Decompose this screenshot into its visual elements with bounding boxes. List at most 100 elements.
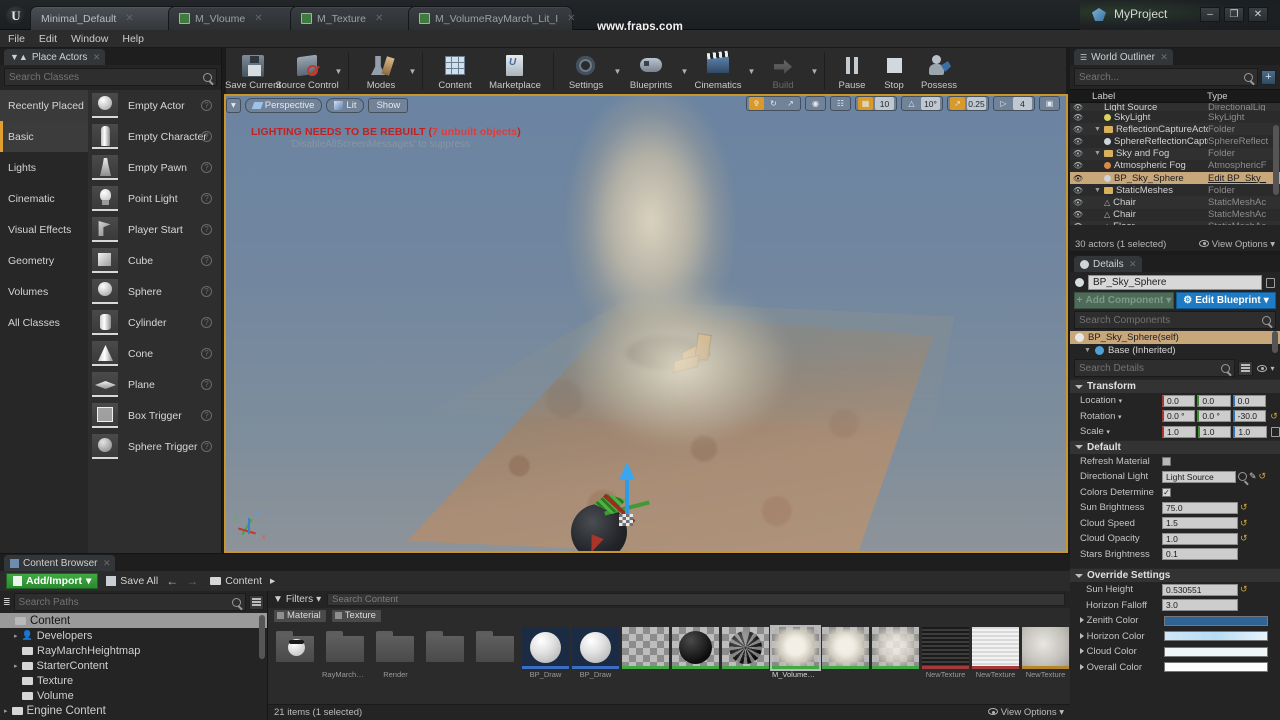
menu-file[interactable]: File <box>8 33 25 45</box>
visibility-eye-icon[interactable]: 👁 <box>1070 137 1086 146</box>
zenith-color-swatch[interactable] <box>1164 615 1268 626</box>
path-item-content[interactable]: ▼ Content <box>0 613 267 628</box>
revert-icon[interactable]: ↺ <box>1240 502 1248 513</box>
search-content-input[interactable]: Search Content <box>327 593 1065 606</box>
search-classes-input[interactable]: Search Classes <box>4 68 217 86</box>
revert-icon[interactable]: ↺ <box>1259 471 1267 482</box>
category-lights[interactable]: Lights <box>0 152 88 183</box>
help-icon[interactable]: ? <box>201 286 212 297</box>
stop-button[interactable]: Stop <box>874 50 914 92</box>
marketplace-button[interactable]: Marketplace <box>482 50 548 92</box>
forward-arrow-icon[interactable]: → <box>186 574 198 588</box>
asset-tile[interactable]: NewTexture <box>972 627 1019 679</box>
close-icon[interactable]: ✕ <box>1129 259 1137 270</box>
revert-icon[interactable]: ↺ <box>1240 584 1248 595</box>
asset-tile[interactable]: Render <box>372 627 419 679</box>
close-button[interactable]: ✕ <box>1248 7 1268 22</box>
table-row[interactable]: 👁 ▼ReflectionCaptureActors Folder <box>1070 123 1280 136</box>
table-row[interactable]: 👁 △ Chair StaticMeshAc <box>1070 196 1280 209</box>
list-item[interactable]: Box Trigger? <box>88 400 221 431</box>
asset-tile[interactable]: BP_Draw <box>572 627 619 679</box>
path-item-startercontent[interactable]: ▸ StarterContent <box>0 658 267 673</box>
visibility-eye-icon[interactable]: 👁 <box>1070 149 1086 158</box>
components-scrollbar[interactable] <box>1272 331 1278 353</box>
section-transform-header[interactable]: Transform <box>1070 379 1280 393</box>
pause-button[interactable]: Pause <box>830 50 874 92</box>
directional-light-dropdown[interactable]: Light Source <box>1162 470 1236 483</box>
save-all-button[interactable]: Save All <box>106 575 158 587</box>
path-item-developers[interactable]: ▸ 👤 Developers <box>0 628 267 643</box>
help-icon[interactable]: ? <box>201 441 212 452</box>
section-default-header[interactable]: Default <box>1070 439 1280 454</box>
asset-tile[interactable] <box>672 627 719 670</box>
sources-toggle-icon[interactable]: ≣ <box>3 597 11 608</box>
chevron-right-icon[interactable] <box>1080 648 1084 655</box>
add-actor-button[interactable]: + <box>1261 69 1276 85</box>
cloud-opacity-input[interactable]: 1.0 <box>1162 532 1238 545</box>
unreal-logo-icon[interactable]: U <box>6 6 26 26</box>
chevron-down-icon[interactable]: ▼ <box>810 50 819 92</box>
minimize-button[interactable]: – <box>1200 7 1220 22</box>
list-item[interactable]: Plane? <box>88 369 221 400</box>
details-view-options-button[interactable]: ▾ <box>1256 361 1276 376</box>
tab-content-browser[interactable]: Content Browser ✕ <box>4 555 116 571</box>
table-row[interactable]: 👁 Light Source DirectionalLig <box>1070 103 1280 111</box>
search-paths-input[interactable]: Search Paths <box>13 593 246 611</box>
asset-tile[interactable]: NewTexture <box>922 627 969 679</box>
help-icon[interactable]: ? <box>201 100 212 111</box>
table-row[interactable]: 👁 △ Chair StaticMeshAc <box>1070 209 1280 221</box>
expand-arrow-icon[interactable]: ▸ <box>4 707 8 715</box>
editor-tab-m-vloume[interactable]: M_Vloume ✕ <box>168 6 300 30</box>
sources-scrollbar[interactable] <box>259 615 265 659</box>
help-icon[interactable]: ? <box>201 255 212 266</box>
category-visual-effects[interactable]: Visual Effects <box>0 214 88 245</box>
revert-icon[interactable]: ↺ <box>1240 518 1248 529</box>
help-icon[interactable]: ? <box>201 348 212 359</box>
help-icon[interactable]: ? <box>201 162 212 173</box>
component-row-self[interactable]: BP_Sky_Sphere(self) <box>1070 331 1280 344</box>
visibility-eye-icon[interactable]: 👁 <box>1070 210 1086 219</box>
table-row[interactable]: 👁 △Floor StaticMeshAc <box>1070 220 1280 225</box>
breadcrumb[interactable]: Content ▸ <box>210 575 275 587</box>
rotation-y-input[interactable]: 0.0 ° <box>1197 410 1231 423</box>
editor-tab-minimal-default[interactable]: Minimal_Default ✕ <box>30 6 180 30</box>
filter-chip-texture[interactable]: Texture <box>331 609 381 622</box>
blueprints-button[interactable]: Blueprints <box>622 50 680 92</box>
asset-tile[interactable] <box>272 627 319 670</box>
close-icon[interactable]: ✕ <box>1160 52 1168 63</box>
level-viewport[interactable]: z y x LIGHTING NEEDS TO BE REBUILT (7 un… <box>224 94 1068 553</box>
cloud-speed-input[interactable]: 1.5 <box>1162 517 1238 530</box>
modes-button[interactable]: Modes <box>354 50 408 92</box>
table-row[interactable]: 👁 ▼ StaticMeshes Folder <box>1070 184 1280 196</box>
list-item[interactable]: Cube? <box>88 245 221 276</box>
outliner-rows[interactable]: 👁 Light Source DirectionalLig 👁 SkyLight… <box>1070 103 1280 225</box>
component-row-base[interactable]: ▼ Base (Inherited) <box>1070 344 1280 357</box>
lit-button[interactable]: Lit <box>326 97 365 113</box>
rotation-x-input[interactable]: 0.0 ° <box>1162 410 1196 423</box>
help-icon[interactable]: ? <box>201 131 212 142</box>
lock-icon[interactable] <box>1266 277 1275 288</box>
outliner-view-options-button[interactable]: View Options ▾ <box>1199 239 1275 250</box>
settings-button[interactable]: Settings <box>559 50 613 92</box>
category-basic[interactable]: Basic <box>0 121 88 152</box>
expand-arrow-icon[interactable]: ▸ <box>14 662 18 670</box>
tab-details[interactable]: Details ✕ <box>1074 256 1142 272</box>
cinematics-button[interactable]: Cinematics <box>689 50 747 92</box>
show-button[interactable]: Show <box>368 97 409 113</box>
asset-tile[interactable] <box>722 627 769 670</box>
category-recently-placed[interactable]: Recently Placed <box>0 90 88 121</box>
list-item[interactable]: Sphere? <box>88 276 221 307</box>
tab-place-actors[interactable]: ▼▲ Place Actors ✕ <box>4 49 106 65</box>
filter-chip-material[interactable]: Material <box>274 609 326 622</box>
viewport-options-button[interactable]: ▾ <box>226 97 241 113</box>
editor-tab-m-volumeraymarch[interactable]: M_VolumeRayMarch_Lit_I ✕ <box>408 6 576 30</box>
asset-tile-selected[interactable]: M_VolumeRay <box>770 625 821 679</box>
visibility-eye-icon[interactable]: 👁 <box>1070 113 1086 122</box>
sun-height-input[interactable]: 0.530551 <box>1162 583 1238 596</box>
category-geometry[interactable]: Geometry <box>0 245 88 276</box>
help-icon[interactable]: ? <box>201 317 212 328</box>
search-components-input[interactable]: Search Components <box>1074 311 1276 329</box>
revert-icon[interactable]: ↺ <box>1268 411 1280 422</box>
build-button[interactable]: Build <box>756 50 810 92</box>
location-y-input[interactable]: 0.0 <box>1197 394 1231 407</box>
